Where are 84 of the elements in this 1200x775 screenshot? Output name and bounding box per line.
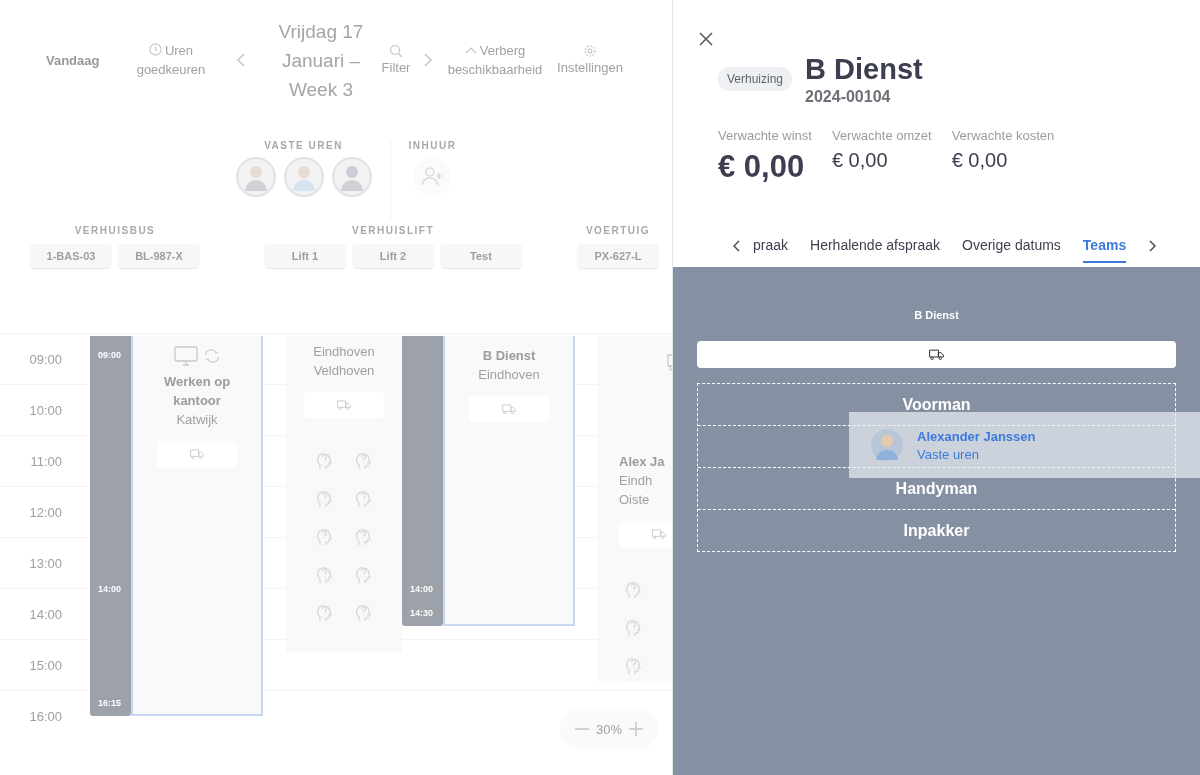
hide-availability-button[interactable]: Verberg beschikbaarheid <box>440 41 550 79</box>
person-type: Vaste uren <box>917 446 980 462</box>
close-icon[interactable] <box>699 32 713 46</box>
stat-label: Verwachte winst <box>718 128 812 143</box>
job-number: 2024-00104 <box>805 88 892 106</box>
event-title: Alex Ja <box>619 453 665 471</box>
period-title: Vrijdag 17 Januari – Week 3 <box>277 19 365 102</box>
settings-icon <box>583 43 597 58</box>
hour-label: 11:00 <box>29 454 62 469</box>
tab[interactable]: praak <box>753 229 789 263</box>
event-location: Eindhoven <box>478 366 540 384</box>
clock-icon <box>148 43 162 56</box>
event-title: B Dienst <box>481 347 537 365</box>
role-label: Voorman <box>902 395 971 414</box>
hour-label: 12:00 <box>28 505 62 520</box>
resource-chip[interactable]: 1-BAS-03 <box>31 244 111 268</box>
chevron-left-icon[interactable] <box>733 240 741 252</box>
role-label: Handyman <box>895 479 978 498</box>
event-location: Eindhoven <box>313 343 375 361</box>
section-heading: INHUUR <box>408 140 457 151</box>
search-icon <box>389 43 403 58</box>
group-heading: VOERTUIG <box>585 225 651 236</box>
hour-label: 14:00 <box>28 607 62 622</box>
truck-icon <box>929 348 944 361</box>
approve-hours-button[interactable]: Uren goedkeuren <box>126 41 216 79</box>
hour-label: 16:00 <box>28 709 62 724</box>
time-mark: 16:15 <box>98 698 122 708</box>
truck-icon <box>190 448 204 460</box>
stat-label: Verwachte kosten <box>951 128 1055 143</box>
time-mark: 14:00 <box>98 584 122 594</box>
avatar-icon <box>871 429 903 461</box>
event-card[interactable]: B Dienst Eindhoven <box>443 336 575 626</box>
filter-button[interactable]: Filter <box>376 43 416 77</box>
group-heading: VERHUISLIFT <box>351 225 435 236</box>
category-badge: Verhuizing <box>718 67 793 91</box>
repeat-icon <box>204 348 220 364</box>
dragged-person-card[interactable]: Alexander Janssen Vaste uren <box>849 412 1200 478</box>
stat-label: Verwachte omzet <box>831 128 932 143</box>
truck-icon <box>652 528 666 540</box>
hour-label: 09:00 <box>28 352 62 367</box>
role-label: Inpakker <box>903 521 970 540</box>
stat-value: € 0,00 <box>831 149 889 172</box>
monitor-icon <box>174 346 198 366</box>
group-heading: VERHUISBUS <box>74 225 156 236</box>
event-card[interactable]: Werken op kantoor Katwijk <box>131 336 263 716</box>
plus-icon[interactable] <box>628 721 644 737</box>
event-location: Katwijk <box>176 411 218 429</box>
event-title: Werken op kantoor <box>162 373 232 410</box>
event-location: Veldhoven <box>313 362 375 380</box>
resource-chip[interactable]: Test <box>441 244 521 268</box>
vehicle-button[interactable] <box>304 392 384 418</box>
truck-icon <box>502 403 516 415</box>
hour-label: 10:00 <box>28 403 62 418</box>
time-mark: 14:00 <box>410 584 434 594</box>
event-location: Eindh <box>619 472 653 490</box>
team-title: B Dienst <box>914 309 959 321</box>
hour-label: 13:00 <box>28 556 62 571</box>
time-mark: 14:30 <box>410 608 434 618</box>
job-title: B Dienst <box>805 52 923 86</box>
caret-up-icon <box>464 46 477 56</box>
person-name: Alexander Janssen <box>917 428 1036 444</box>
stat-value: € 0,00 <box>718 149 806 185</box>
event-card[interactable]: Eindhoven Veldhoven <box>286 336 402 653</box>
zoom-level: 30% <box>596 721 622 737</box>
resource-chip[interactable]: Lift 2 <box>353 244 433 268</box>
truck-icon <box>337 399 351 411</box>
vehicle-button[interactable] <box>469 396 549 422</box>
time-mark: 09:00 <box>98 350 122 360</box>
tab[interactable]: Teams <box>1082 229 1127 263</box>
stat-value: € 0,00 <box>951 149 1009 172</box>
settings-button[interactable]: Instellingen <box>550 43 630 77</box>
resource-chip[interactable]: BL-987-X <box>119 244 199 268</box>
today-button[interactable]: Vandaag <box>46 52 126 68</box>
event-card[interactable]: Alex Ja Eindh Oiste <box>597 336 672 681</box>
vehicle-button[interactable] <box>157 441 237 467</box>
section-heading: VASTE UREN <box>264 140 343 151</box>
tab[interactable]: Herhalende afspraak <box>810 229 940 263</box>
resource-chip[interactable]: PX-627-L <box>578 244 658 268</box>
resource-chip[interactable]: Lift 1 <box>265 244 345 268</box>
vehicle-bar[interactable] <box>697 341 1176 368</box>
chevron-right-icon[interactable] <box>1148 240 1157 252</box>
event-location: Oiste <box>619 491 650 509</box>
hour-label: 15:00 <box>28 658 62 673</box>
tab[interactable]: Overige datums <box>962 229 1061 263</box>
